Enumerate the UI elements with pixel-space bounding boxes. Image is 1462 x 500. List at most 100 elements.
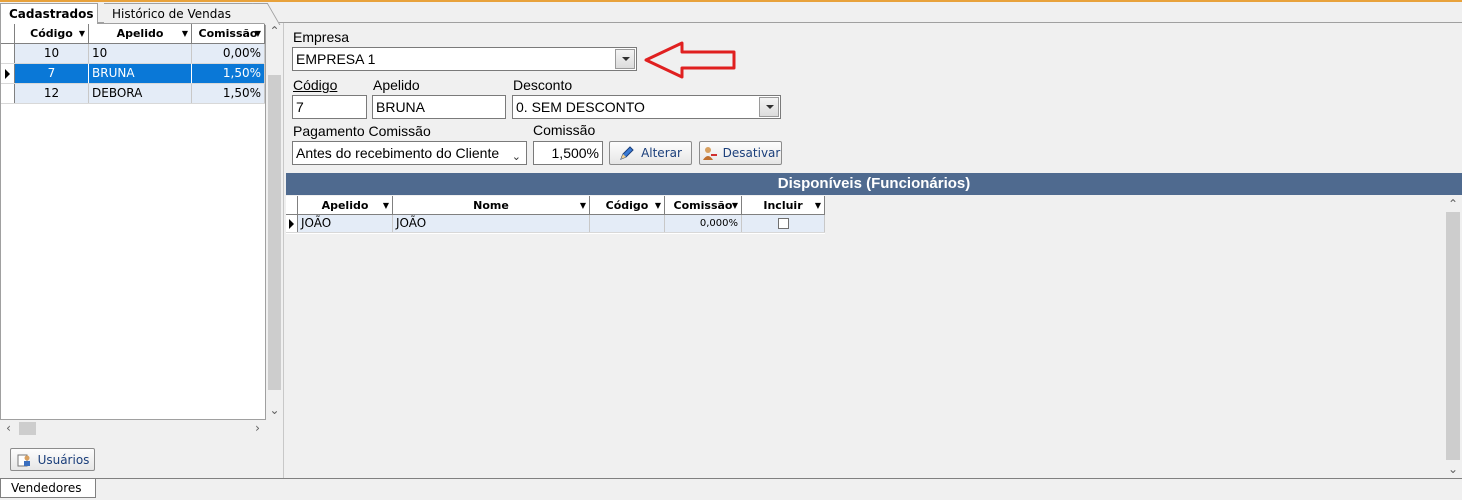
desconto-select[interactable]: 0. SEM DESCONTO xyxy=(512,95,781,119)
left-horizontal-scrollbar[interactable] xyxy=(0,420,266,437)
sort-dropdown-icon[interactable]: ▼ xyxy=(182,24,188,43)
table-row-selected[interactable]: 7 BRUNA 1,50% xyxy=(1,64,265,84)
row-indicator xyxy=(1,84,15,103)
cell-apelido: BRUNA xyxy=(89,64,192,83)
chevron-down-icon[interactable]: ⌄ xyxy=(512,146,521,164)
cell-apelido: 10 xyxy=(89,44,192,63)
comissao-field[interactable]: 1,500% xyxy=(533,141,603,165)
column-label: Comissão xyxy=(673,199,733,212)
codigo-label: Código xyxy=(293,77,337,93)
scroll-left-icon[interactable]: ‹ xyxy=(0,420,17,437)
disponiveis-title: Disponíveis (Funcionários) xyxy=(286,173,1462,195)
sort-dropdown-icon[interactable]: ▼ xyxy=(732,196,738,215)
scroll-down-icon[interactable]: ⌄ xyxy=(1444,461,1462,478)
sort-dropdown-icon[interactable]: ▼ xyxy=(655,196,661,215)
usuarios-label: Usuários xyxy=(37,452,90,467)
column-header-codigo[interactable]: Código ▼ xyxy=(590,196,665,214)
column-label: Incluir xyxy=(763,199,803,212)
disponiveis-area xyxy=(286,195,1462,478)
pencil-icon xyxy=(619,145,635,161)
incluir-checkbox[interactable] xyxy=(777,218,789,229)
cell-apelido: DEBORA xyxy=(89,84,192,103)
grid-header: Código ▼ Apelido ▼ Comissão ▼ xyxy=(1,24,265,44)
row-indicator xyxy=(286,215,298,232)
empresa-label: Empresa xyxy=(293,29,350,45)
scroll-up-icon[interactable]: ⌃ xyxy=(266,23,283,40)
funcionarios-grid[interactable]: Apelido ▼ Nome ▼ Código ▼ Comissão ▼ Incluir… xyxy=(286,196,825,234)
dropdown-arrow-icon[interactable] xyxy=(615,49,635,69)
column-label: Nome xyxy=(473,199,509,212)
cell-codigo xyxy=(590,215,665,232)
column-header-comissao[interactable]: Comissão ▼ xyxy=(665,196,742,214)
sort-dropdown-icon[interactable]: ▼ xyxy=(383,196,389,215)
scroll-up-icon[interactable]: ⌃ xyxy=(1444,196,1462,213)
cell-nome: JOÃO xyxy=(393,215,590,232)
scroll-down-icon[interactable]: ⌄ xyxy=(266,402,283,419)
row-indicator xyxy=(1,64,15,83)
alterar-button[interactable]: Alterar xyxy=(609,141,692,165)
grid-header: Apelido ▼ Nome ▼ Código ▼ Comissão ▼ Incluir… xyxy=(286,196,825,215)
tab-cadastrados[interactable]: Cadastrados xyxy=(0,3,98,24)
column-header-apelido[interactable]: Apelido ▼ xyxy=(89,24,192,43)
column-label: Comissão xyxy=(198,27,258,40)
desativar-button[interactable]: Desativar xyxy=(699,141,782,165)
empresa-select[interactable]: EMPRESA 1 xyxy=(292,47,637,71)
comissao-label: Comissão xyxy=(533,122,596,138)
sort-dropdown-icon[interactable]: ▼ xyxy=(815,196,821,215)
cell-codigo: 12 xyxy=(15,84,89,103)
bottom-tab-strip xyxy=(0,478,1462,500)
column-header-incluir[interactable]: Incluir ▼ xyxy=(742,196,825,214)
column-label: Código xyxy=(605,199,649,212)
sort-dropdown-icon[interactable]: ▼ xyxy=(255,24,261,43)
users-icon xyxy=(16,452,32,468)
codigo-field[interactable]: 7 xyxy=(292,95,367,119)
sort-dropdown-icon[interactable]: ▼ xyxy=(580,196,586,215)
vendedores-grid[interactable]: Código ▼ Apelido ▼ Comissão ▼ 10 10 0,00% 7… xyxy=(0,23,266,420)
cell-incluir[interactable] xyxy=(742,215,825,232)
apelido-label: Apelido xyxy=(373,77,420,93)
cell-comissao: 1,50% xyxy=(192,84,265,103)
codigo-label-text: Código xyxy=(293,77,338,93)
user-remove-icon xyxy=(701,145,717,161)
column-header-apelido[interactable]: Apelido ▼ xyxy=(298,196,393,214)
pagamento-comissao-select[interactable]: Antes do recebimento do Cliente ⌄ xyxy=(292,141,527,165)
desativar-label: Desativar xyxy=(722,146,781,160)
cell-codigo: 7 xyxy=(15,64,89,83)
table-row[interactable]: 10 10 0,00% xyxy=(1,44,265,64)
tab-vendedores[interactable]: Vendedores xyxy=(0,479,96,498)
current-row-arrow-icon xyxy=(289,219,294,229)
row-indicator xyxy=(1,44,15,63)
cell-comissao: 0,000% xyxy=(665,215,742,232)
apelido-field[interactable]: BRUNA xyxy=(372,95,506,119)
column-header-nome[interactable]: Nome ▼ xyxy=(393,196,590,214)
column-label: Apelido xyxy=(116,27,164,40)
column-header-codigo[interactable]: Código ▼ xyxy=(15,24,89,43)
column-header-comissao[interactable]: Comissão ▼ xyxy=(192,24,265,43)
alterar-label: Alterar xyxy=(641,146,682,160)
scroll-thumb[interactable] xyxy=(268,75,281,390)
cell-apelido: JOÃO xyxy=(298,215,393,232)
empresa-value: EMPRESA 1 xyxy=(296,51,376,67)
table-row[interactable]: JOÃO JOÃO 0,000% xyxy=(286,215,825,233)
usuarios-button[interactable]: Usuários xyxy=(10,448,95,471)
cell-codigo: 10 xyxy=(15,44,89,63)
table-row[interactable]: 12 DEBORA 1,50% xyxy=(1,84,265,104)
scroll-thumb[interactable] xyxy=(1446,212,1460,460)
annotation-arrow-icon xyxy=(644,41,736,79)
dropdown-arrow-icon[interactable] xyxy=(759,97,779,117)
grid-indicator-header xyxy=(1,24,15,43)
grid-indicator-header xyxy=(286,196,298,214)
desconto-label: Desconto xyxy=(513,77,573,93)
column-label: Apelido xyxy=(321,199,369,212)
column-label: Código xyxy=(30,27,73,40)
pagamento-value: Antes do recebimento do Cliente xyxy=(296,145,500,161)
scroll-right-icon[interactable]: › xyxy=(249,420,266,437)
accent-line xyxy=(0,0,1462,2)
horizontal-scroll-thumb[interactable] xyxy=(19,422,36,435)
cell-comissao: 0,00% xyxy=(192,44,265,63)
tab-historico-de-vendas[interactable]: Histórico de Vendas xyxy=(104,3,264,23)
current-row-arrow-icon xyxy=(5,69,10,79)
sort-dropdown-icon[interactable]: ▼ xyxy=(79,24,85,43)
desconto-value: 0. SEM DESCONTO xyxy=(516,99,645,115)
pagamento-comissao-label: Pagamento Comissão xyxy=(293,123,431,139)
